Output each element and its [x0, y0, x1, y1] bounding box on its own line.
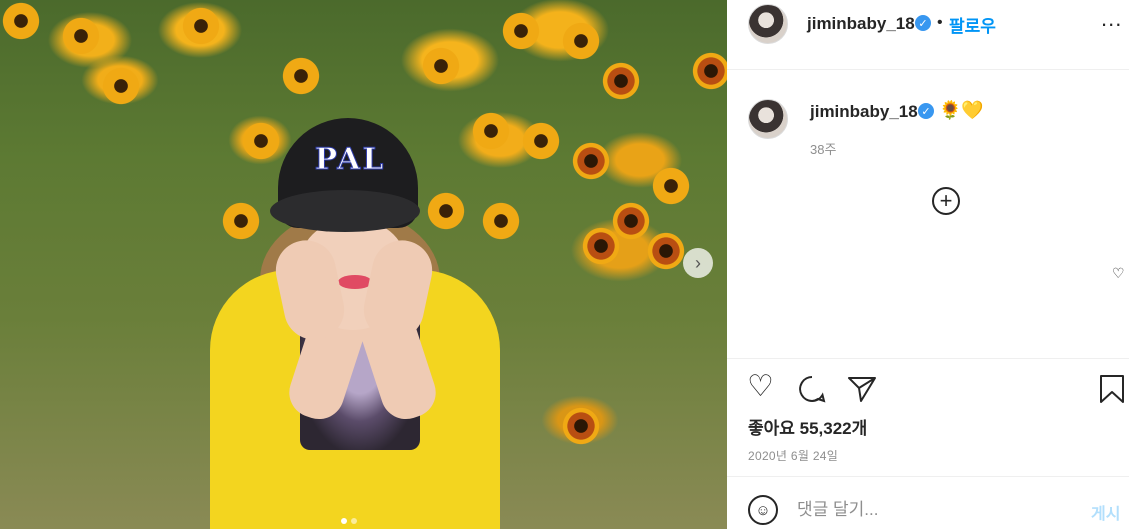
cap-text: PAL	[314, 142, 386, 178]
flower	[280, 55, 322, 97]
flower	[0, 0, 42, 42]
post-photo[interactable]: PAL ›	[0, 0, 727, 529]
caption-avatar[interactable]	[748, 99, 788, 139]
post-date[interactable]: 2020년 6월 24일	[748, 447, 838, 464]
actions-divider	[727, 358, 1129, 359]
flower	[100, 65, 142, 107]
share-icon[interactable]	[847, 375, 877, 403]
cap-bill	[270, 190, 420, 232]
load-more-comments-icon[interactable]: +	[932, 187, 960, 215]
person: PAL	[200, 110, 510, 529]
comment-divider	[727, 476, 1129, 477]
follow-button[interactable]: 팔로우	[949, 12, 996, 37]
flower	[560, 405, 602, 447]
more-options-icon[interactable]: ...	[1101, 6, 1122, 32]
verified-check-icon: ✓	[915, 15, 931, 31]
header-separator: •	[937, 14, 943, 31]
verified-check-icon: ✓	[918, 103, 934, 119]
flower	[650, 165, 692, 207]
post-comment-button[interactable]: 게시	[1091, 500, 1120, 524]
flower	[180, 5, 222, 47]
header-divider	[727, 69, 1129, 70]
header-username[interactable]: jiminbaby_18	[807, 14, 915, 34]
flower	[580, 225, 622, 267]
caption-username[interactable]: jiminbaby_18	[810, 102, 918, 122]
carousel-next-icon[interactable]: ›	[683, 248, 713, 278]
flower	[560, 20, 602, 62]
comment-icon[interactable]	[797, 374, 827, 404]
likes-count[interactable]: 좋아요 55,322개	[748, 414, 867, 439]
flower	[690, 50, 727, 92]
carousel-dot	[341, 518, 347, 524]
caption-time[interactable]: 38주	[810, 139, 836, 158]
carousel-dot	[351, 518, 357, 524]
flower	[570, 140, 612, 182]
bookmark-icon[interactable]	[1099, 374, 1125, 404]
heart-icon[interactable]: ♡	[747, 372, 774, 402]
post-side-panel: jiminbaby_18 ✓ • 팔로우 ... jiminbaby_18 ✓ …	[727, 0, 1129, 529]
flower	[60, 15, 102, 57]
flower	[520, 120, 562, 162]
comment-input[interactable]	[797, 497, 1077, 523]
flower	[600, 60, 642, 102]
header-avatar[interactable]	[748, 4, 788, 44]
emoji-icon[interactable]: ☺	[748, 495, 778, 525]
caption-emojis: 🌻💛	[939, 100, 984, 120]
carousel-dots	[341, 518, 357, 524]
flower	[500, 10, 542, 52]
comment-like-icon[interactable]: ♡	[1112, 265, 1125, 282]
flower	[420, 45, 462, 87]
flower	[645, 230, 687, 272]
